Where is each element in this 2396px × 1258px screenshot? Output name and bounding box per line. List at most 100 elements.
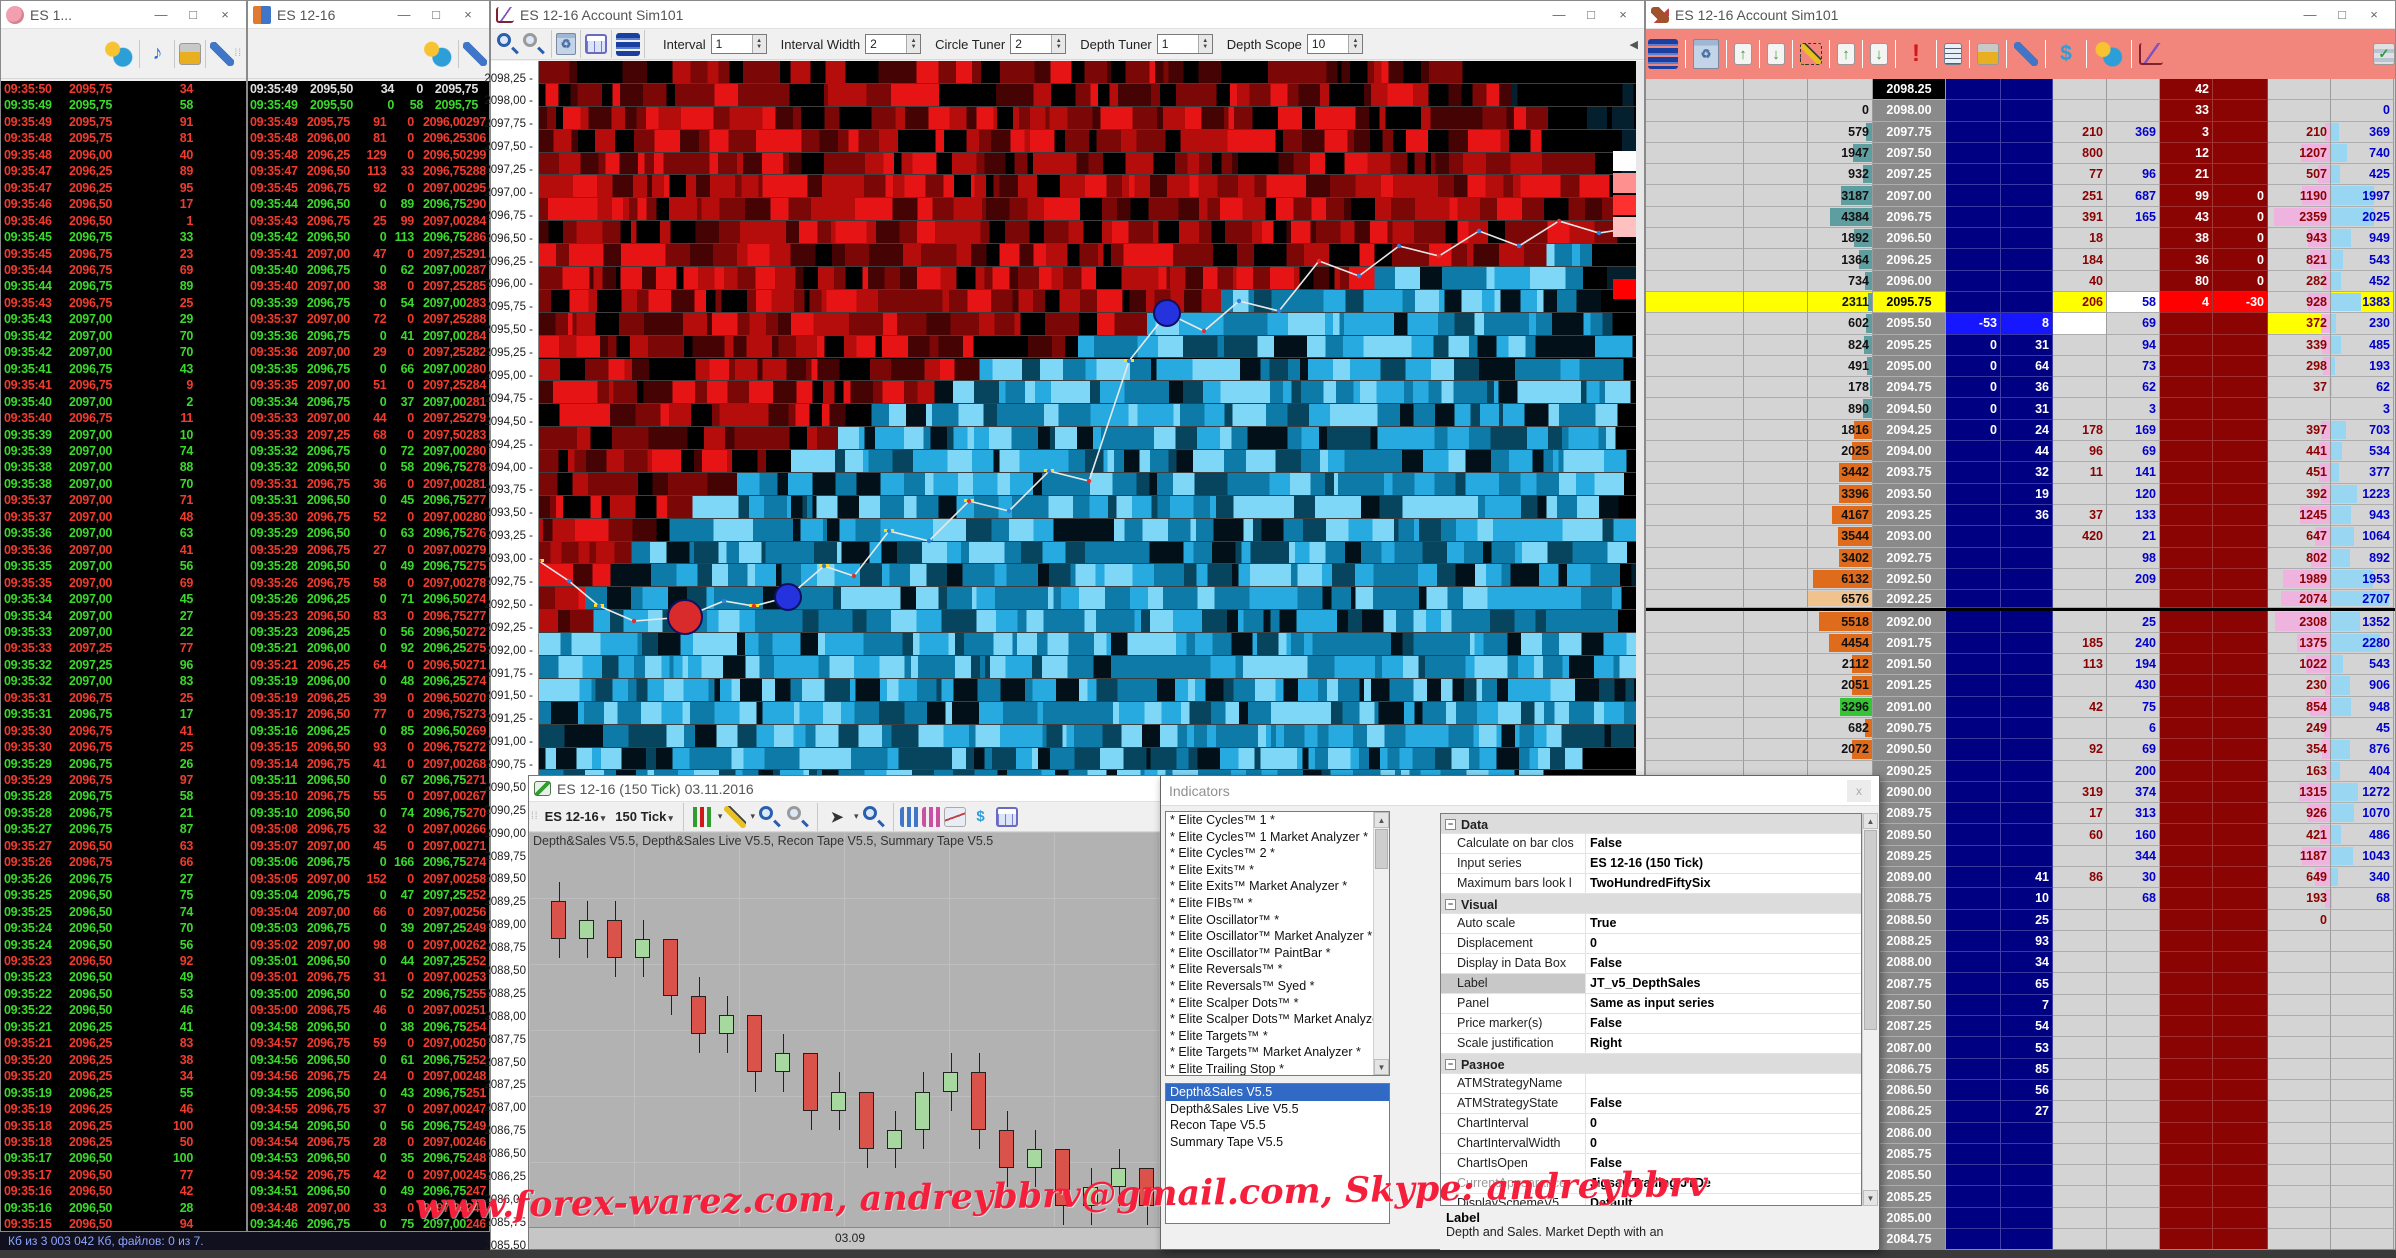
dom-ask-change-cell[interactable] bbox=[2213, 718, 2268, 739]
property-value[interactable]: True bbox=[1586, 914, 1861, 933]
dom-ask-change-cell[interactable] bbox=[2213, 420, 2268, 441]
dom-buys-cell[interactable] bbox=[2107, 1229, 2160, 1249]
dom-ask-change-cell[interactable] bbox=[2213, 441, 2268, 462]
dom-ask-change-cell[interactable] bbox=[2213, 697, 2268, 718]
dom-sells-cell[interactable] bbox=[2053, 1165, 2107, 1186]
dom-buys-cell[interactable] bbox=[2107, 1208, 2160, 1229]
scroll-down-button[interactable]: ▼ bbox=[1863, 1190, 1878, 1206]
property-row[interactable]: Price marker(s)False bbox=[1441, 1014, 1861, 1034]
dom-bid-change-cell[interactable] bbox=[1946, 803, 2001, 824]
dom-ask-cell[interactable] bbox=[2160, 803, 2213, 824]
interval-input[interactable]: 1▲▼ bbox=[711, 34, 767, 54]
dom-buys-cell[interactable]: 3 bbox=[2107, 398, 2160, 419]
indicator-list-item[interactable]: * Elite Targets™ Market Analyzer * bbox=[1166, 1044, 1389, 1061]
minimize-button[interactable]: — bbox=[388, 2, 420, 28]
dom-sells-cell[interactable] bbox=[2053, 846, 2107, 867]
close-button[interactable]: × bbox=[452, 2, 484, 28]
dom-sells-cell[interactable]: 420 bbox=[2053, 526, 2107, 547]
dom-buys-cell[interactable] bbox=[2107, 143, 2160, 164]
dom-bid-cell[interactable]: 41 bbox=[2001, 867, 2053, 888]
dom-ask-cell[interactable] bbox=[2160, 1165, 2213, 1186]
dom-sells-cell[interactable]: 77 bbox=[2053, 164, 2107, 185]
indicator-list-item[interactable]: * Elite Targets™ * bbox=[1166, 1028, 1389, 1045]
toolbar-grip[interactable]: ⁞⁞ bbox=[531, 811, 539, 822]
dom-bid-change-cell[interactable] bbox=[1946, 888, 2001, 909]
interval-width-input[interactable]: 2▲▼ bbox=[865, 34, 921, 54]
dom-bid-change-cell[interactable] bbox=[1946, 846, 2001, 867]
chart-titlebar[interactable]: ES 12-16 (150 Tick) 03.11.2016 bbox=[529, 776, 1227, 802]
instrument-select[interactable]: ES 12-16▾ bbox=[541, 809, 610, 824]
property-value[interactable]: 0 bbox=[1586, 934, 1861, 953]
indicator-list-item[interactable]: * Elite Cycles™ 1 Market Analyzer * bbox=[1166, 829, 1389, 846]
dom-bid-change-cell[interactable] bbox=[1946, 1016, 2001, 1037]
dom-ask-change-cell[interactable] bbox=[2213, 846, 2268, 867]
dom-bid-change-cell[interactable] bbox=[1946, 484, 2001, 505]
dom-buys-cell[interactable] bbox=[2107, 228, 2160, 249]
dom-bid-change-cell[interactable] bbox=[1946, 505, 2001, 526]
dom-bid-cell[interactable]: 10 bbox=[2001, 888, 2053, 909]
indicator-list-item[interactable]: * Elite Oscillator™ PaintBar * bbox=[1166, 945, 1389, 962]
dom-ask-change-cell[interactable] bbox=[2213, 1229, 2268, 1249]
indicator-list-item[interactable]: * Elite Reversals™ * bbox=[1166, 961, 1389, 978]
toolbar-overflow[interactable]: ⁞⁞ bbox=[234, 48, 242, 59]
dom-bid-cell[interactable] bbox=[2001, 1123, 2053, 1144]
dom-ask-cell[interactable] bbox=[2160, 846, 2213, 867]
property-row[interactable]: Calculate on bar closFalse bbox=[1441, 834, 1861, 854]
dom-bid-change-cell[interactable] bbox=[1946, 548, 2001, 569]
dom-buys-cell[interactable]: 30 bbox=[2107, 867, 2160, 888]
dom-bid-change-cell[interactable] bbox=[1946, 782, 2001, 803]
dom-sells-cell[interactable] bbox=[2053, 313, 2107, 334]
dom-bid-cell[interactable] bbox=[2001, 292, 2053, 313]
scroll-down-button[interactable]: ▼ bbox=[1374, 1059, 1389, 1075]
dom-ask-cell[interactable] bbox=[2160, 441, 2213, 462]
dom-bid-cell[interactable] bbox=[2001, 718, 2053, 739]
dom-bid-cell[interactable] bbox=[2001, 1165, 2053, 1186]
dom-ask-change-cell[interactable] bbox=[2213, 548, 2268, 569]
chat-icon[interactable] bbox=[103, 38, 135, 70]
chart-x-axis[interactable]: 03.09 bbox=[529, 1227, 1227, 1249]
dom-buys-cell[interactable]: 430 bbox=[2107, 675, 2160, 696]
dom-ask-cell[interactable] bbox=[2160, 1123, 2213, 1144]
page-down-icon[interactable]: ↓ bbox=[1767, 43, 1785, 65]
trash-icon[interactable]: ♻ bbox=[556, 33, 576, 55]
dom-bid-cell[interactable] bbox=[2001, 824, 2053, 845]
dom-ask-cell[interactable] bbox=[2160, 782, 2213, 803]
selected-indicator-item[interactable]: Recon Tape V5.5 bbox=[1166, 1117, 1389, 1134]
zoom-out-icon[interactable] bbox=[521, 31, 547, 57]
indicator-list-item[interactable]: * Elite Scalper Dots™ Market Analyzer * bbox=[1166, 1011, 1389, 1028]
dom-sells-cell[interactable]: 319 bbox=[2053, 782, 2107, 803]
dom-bid-cell[interactable] bbox=[2001, 761, 2053, 782]
dom-bid-change-cell[interactable]: 0 bbox=[1946, 420, 2001, 441]
dom-bid-change-cell[interactable] bbox=[1946, 675, 2001, 696]
draw-icon[interactable] bbox=[724, 806, 746, 828]
dom-ask-change-cell[interactable] bbox=[2213, 462, 2268, 483]
dom-bid-change-cell[interactable] bbox=[1946, 1229, 2001, 1249]
dom-ask-change-cell[interactable] bbox=[2213, 1186, 2268, 1207]
dialog-close-button[interactable]: x bbox=[1847, 780, 1871, 802]
dom-buys-cell[interactable] bbox=[2107, 1016, 2160, 1037]
dom-bid-cell[interactable]: 53 bbox=[2001, 1037, 2053, 1058]
dom-buys-cell[interactable] bbox=[2107, 1101, 2160, 1122]
dom-bid-cell[interactable]: 19 bbox=[2001, 484, 2053, 505]
dom-bid-cell[interactable]: 56 bbox=[2001, 1080, 2053, 1101]
join-bid-icon[interactable]: ↑ bbox=[1837, 43, 1855, 65]
dom-ask-change-cell[interactable] bbox=[2213, 910, 2268, 931]
maximize-button[interactable]: □ bbox=[2326, 2, 2358, 28]
dom-bid-cell[interactable] bbox=[2001, 803, 2053, 824]
dom-buys-cell[interactable]: 120 bbox=[2107, 484, 2160, 505]
dom-sells-cell[interactable] bbox=[2053, 1059, 2107, 1080]
dom-bid-change-cell[interactable] bbox=[1946, 1080, 2001, 1101]
depth-scope-input[interactable]: 10▲▼ bbox=[1307, 34, 1363, 54]
dom-sells-cell[interactable] bbox=[2053, 1208, 2107, 1229]
dom-bid-change-cell[interactable] bbox=[1946, 185, 2001, 206]
page-up-icon[interactable]: ↑ bbox=[1734, 43, 1752, 65]
depth-tuner-input[interactable]: 1▲▼ bbox=[1157, 34, 1213, 54]
dom-buys-cell[interactable] bbox=[2107, 1037, 2160, 1058]
dom-buys-cell[interactable]: 374 bbox=[2107, 782, 2160, 803]
zoom-in-icon[interactable] bbox=[757, 804, 783, 830]
dom-buys-cell[interactable]: 98 bbox=[2107, 548, 2160, 569]
dom-ask-cell[interactable] bbox=[2160, 697, 2213, 718]
tape2-titlebar[interactable]: ES 12-16 —□× bbox=[248, 1, 489, 29]
dom-sells-cell[interactable] bbox=[2053, 611, 2107, 632]
dom-sells-cell[interactable] bbox=[2053, 1101, 2107, 1122]
